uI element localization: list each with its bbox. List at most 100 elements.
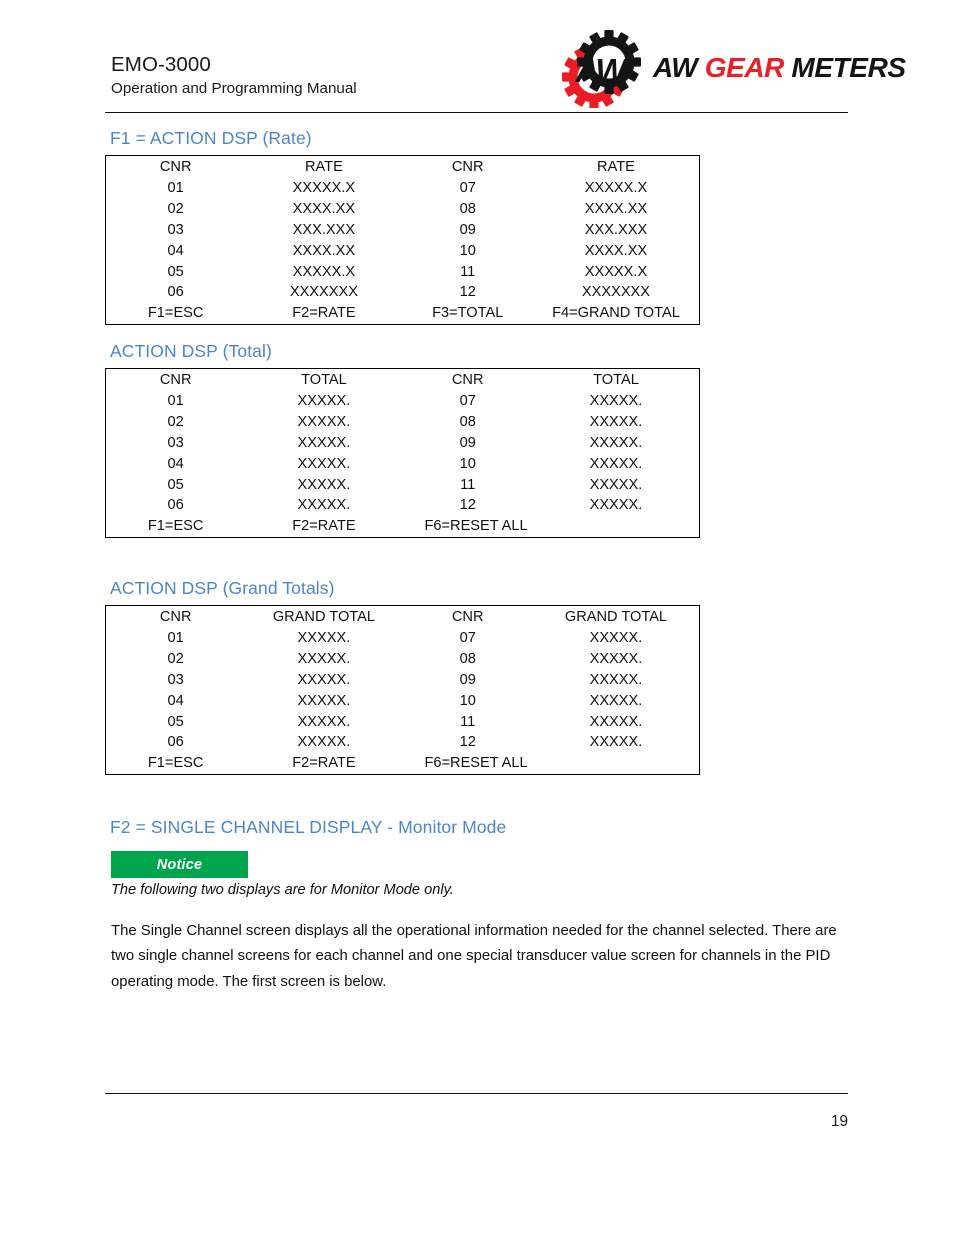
column-header: TOTAL bbox=[301, 372, 347, 388]
cell-cnr: 11 bbox=[460, 476, 476, 493]
logo-word-gear: GEAR bbox=[704, 52, 785, 83]
cell-cnr: 04 bbox=[167, 455, 184, 472]
cell-cnr: 07 bbox=[459, 629, 476, 646]
column-header: GRAND TOTAL bbox=[564, 609, 668, 625]
cell-cnr: 09 bbox=[459, 671, 476, 688]
header-titles: EMO-3000 Operation and Programming Manua… bbox=[111, 52, 357, 99]
column-header: CNR bbox=[451, 372, 484, 388]
cell-cnr: 10 bbox=[459, 242, 476, 259]
table-action-dsp-grand-totals: CNR GRAND TOTAL CNR GRAND TOTAL 01 XXXXX… bbox=[105, 605, 700, 776]
page-title: EMO-3000 bbox=[111, 53, 211, 76]
cell-value: XXXXX. bbox=[297, 650, 351, 667]
section-heading-f1-action-dsp-rate: F1 = ACTION DSP (Rate) bbox=[110, 128, 312, 148]
cell-cnr: 02 bbox=[167, 413, 184, 430]
cell-cnr: 04 bbox=[167, 692, 184, 709]
cell-value: XXX.XXX bbox=[292, 221, 356, 238]
table-action-dsp-rate: CNR RATE CNR RATE 01 XXXXX.X 07 XXXXX.X … bbox=[105, 155, 700, 326]
logo-word-meters: METERS bbox=[791, 52, 906, 83]
table-row: 05 XXXXX. 11 XXXXX. bbox=[106, 475, 699, 496]
cell-value: XXXXX. bbox=[589, 455, 643, 472]
logo-word-aw: AW bbox=[653, 52, 698, 83]
table-row: 04 XXXXX. 10 XXXXX. bbox=[106, 691, 699, 712]
cell-cnr: 09 bbox=[459, 434, 476, 451]
function-key-empty bbox=[533, 753, 699, 774]
cell-cnr: 09 bbox=[459, 221, 476, 238]
cell-cnr: 07 bbox=[459, 179, 476, 196]
table-row: 02 XXXXX. 08 XXXXX. bbox=[106, 649, 699, 670]
cell-value: XXXXX. bbox=[589, 476, 643, 493]
cell-value: XXXXX. bbox=[297, 734, 351, 751]
table-row: 06 XXXXXXX 12 XXXXXXX bbox=[106, 282, 699, 303]
cell-value: XXXXX. bbox=[297, 497, 351, 514]
cell-value: XXXXX. bbox=[297, 455, 351, 472]
function-key-f1: F1=ESC bbox=[147, 755, 204, 772]
column-header: GRAND TOTAL bbox=[272, 609, 375, 625]
cell-value: XXXXX.X bbox=[584, 179, 648, 196]
notice-description: The following two displays are for Monit… bbox=[111, 882, 454, 898]
cell-value: XXXXX.X bbox=[584, 263, 648, 280]
cell-value: XXXXX.X bbox=[292, 179, 356, 196]
document-page: EMO-3000 Operation and Programming Manua… bbox=[0, 0, 954, 1235]
cell-cnr: 01 bbox=[167, 179, 184, 196]
table-body: CNR GRAND TOTAL CNR GRAND TOTAL 01 XXXXX… bbox=[106, 606, 699, 774]
table-row: 01 XXXXX. 07 XXXXX. bbox=[106, 391, 699, 412]
notice-badge: Notice bbox=[111, 851, 248, 878]
cell-value: XXXXX. bbox=[589, 629, 643, 646]
table-header-row: CNR RATE CNR RATE bbox=[106, 156, 699, 178]
table-row: 06 XXXXX. 12 XXXXX. bbox=[106, 495, 699, 516]
table-row: 02 XXXX.XX 08 XXXX.XX bbox=[106, 199, 699, 220]
logo-wordmark: AW GEAR METERS bbox=[653, 52, 906, 84]
column-header: CNR bbox=[451, 609, 484, 625]
cell-value: XXXXXXX bbox=[289, 284, 358, 301]
cell-cnr: 12 bbox=[459, 734, 476, 751]
column-header: RATE bbox=[304, 159, 343, 175]
function-key-f6: F6=RESET ALL bbox=[424, 755, 528, 772]
table-row: 03 XXX.XXX 09 XXX.XXX bbox=[106, 220, 699, 241]
cell-cnr: 11 bbox=[460, 713, 476, 730]
svg-text:AW: AW bbox=[574, 52, 629, 89]
table-function-key-row: F1=ESC F2=RATE F3=TOTAL F4=GRAND TOTAL bbox=[106, 303, 699, 324]
table-body: CNR TOTAL CNR TOTAL 01 XXXXX. 07 XXXXX. … bbox=[106, 369, 699, 537]
cell-cnr: 02 bbox=[167, 650, 184, 667]
table-row: 03 XXXXX. 09 XXXXX. bbox=[106, 670, 699, 691]
cell-value: XXXXX.X bbox=[292, 263, 356, 280]
function-key-empty bbox=[533, 516, 699, 537]
column-header: TOTAL bbox=[593, 372, 639, 388]
table-row: 01 XXXXX.X 07 XXXXX.X bbox=[106, 178, 699, 199]
function-key-f4: F4=GRAND TOTAL bbox=[552, 305, 680, 322]
table-action-dsp-total: CNR TOTAL CNR TOTAL 01 XXXXX. 07 XXXXX. … bbox=[105, 368, 700, 539]
cell-value: XXXXX. bbox=[589, 392, 643, 409]
column-header: CNR bbox=[451, 159, 484, 175]
table-row: 06 XXXXX. 12 XXXXX. bbox=[106, 732, 699, 753]
cell-value: XXXXXXX bbox=[581, 284, 651, 301]
cell-cnr: 07 bbox=[459, 392, 476, 409]
cell-value: XXXXX. bbox=[297, 671, 351, 688]
table-row: 05 XXXXX. 11 XXXXX. bbox=[106, 712, 699, 733]
cell-cnr: 03 bbox=[167, 221, 184, 238]
cell-cnr: 06 bbox=[167, 497, 184, 514]
cell-cnr: 10 bbox=[459, 455, 476, 472]
cell-value: XXXXX. bbox=[589, 413, 643, 430]
table-row: 05 XXXXX.X 11 XXXXX.X bbox=[106, 262, 699, 283]
document-subtitle: Operation and Programming Manual bbox=[111, 80, 357, 97]
cell-value: XXXXX. bbox=[297, 413, 351, 430]
cell-value: XXXXX. bbox=[297, 713, 351, 730]
function-key-f1: F1=ESC bbox=[147, 518, 204, 535]
table-row: 02 XXXXX. 08 XXXXX. bbox=[106, 412, 699, 433]
table-row: 01 XXXXX. 07 XXXXX. bbox=[106, 628, 699, 649]
cell-value: XXXX.XX bbox=[584, 200, 648, 217]
cell-cnr: 10 bbox=[459, 692, 476, 709]
company-logo: AW AW GEAR METERS bbox=[553, 30, 906, 109]
cell-value: XXXXX. bbox=[589, 650, 643, 667]
section-heading-f2-single-channel-display: F2 = SINGLE CHANNEL DISPLAY - Monitor Mo… bbox=[110, 817, 507, 837]
cell-cnr: 08 bbox=[459, 200, 476, 217]
column-header: CNR bbox=[159, 609, 192, 625]
table-body: CNR RATE CNR RATE 01 XXXXX.X 07 XXXXX.X … bbox=[106, 156, 699, 324]
section-heading-action-dsp-total: ACTION DSP (Total) bbox=[110, 341, 272, 361]
cell-value: XXXXX. bbox=[589, 434, 643, 451]
cell-cnr: 05 bbox=[167, 476, 184, 493]
cell-value: XXXXX. bbox=[297, 692, 351, 709]
header-divider bbox=[105, 112, 848, 113]
body-paragraph: The Single Channel screen displays all t… bbox=[111, 923, 837, 990]
table-function-key-row: F1=ESC F2=RATE F6=RESET ALL bbox=[106, 516, 699, 537]
